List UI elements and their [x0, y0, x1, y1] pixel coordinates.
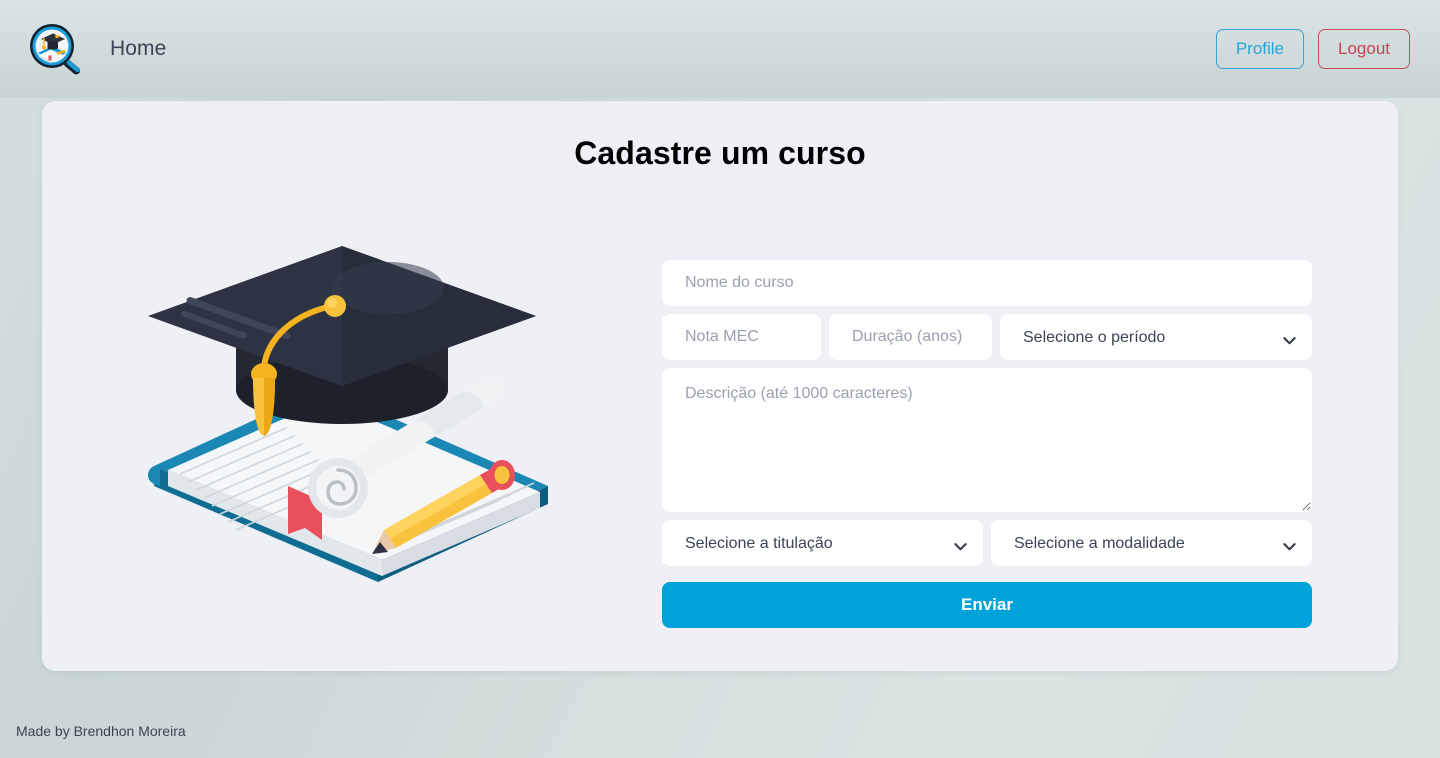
course-registration-card: Cadastre um curso Nome do curso Nota MEC… — [42, 101, 1398, 671]
page-title: Cadastre um curso — [574, 135, 866, 171]
form-column: Selecione o período Selecione a titulaçã… — [662, 178, 1398, 628]
titulacao-select-wrap: Selecione a titulação — [662, 520, 983, 566]
duracao-input[interactable] — [829, 314, 992, 360]
card-body: Selecione o período Selecione a titulaçã… — [42, 172, 1398, 628]
course-name-input[interactable] — [662, 260, 1312, 306]
navbar-actions: Profile Logout — [1215, 28, 1410, 70]
logout-button[interactable]: Logout — [1318, 28, 1410, 70]
form-row-classification: Selecione a titulação Selecione a modali… — [662, 520, 1312, 566]
periodo-select-wrap: Selecione o período — [1000, 314, 1312, 360]
brand-home-link[interactable]: Home — [26, 22, 166, 76]
descricao-textarea[interactable] — [662, 368, 1312, 512]
graduation-cap-book-illustration-icon — [136, 238, 568, 582]
illustration-column — [42, 178, 662, 582]
submit-button[interactable]: Enviar — [662, 582, 1312, 628]
periodo-select[interactable]: Selecione o período — [1000, 314, 1312, 360]
titulacao-select[interactable]: Selecione a titulação — [662, 520, 983, 566]
course-form: Selecione o período Selecione a titulaçã… — [662, 260, 1312, 628]
brand-label: Home — [110, 37, 167, 60]
modalidade-select-wrap: Selecione a modalidade — [991, 520, 1312, 566]
modalidade-select[interactable]: Selecione a modalidade — [991, 520, 1312, 566]
nota-mec-input[interactable] — [662, 314, 821, 360]
form-row-details: Selecione o período — [662, 314, 1312, 360]
footer-credit: Made by Brendhon Moreira — [16, 723, 186, 739]
profile-button[interactable]: Profile — [1215, 28, 1304, 70]
navbar: Home Profile Logout — [0, 0, 1440, 98]
magnifier-graduation-logo-icon — [26, 22, 88, 76]
footer: Made by Brendhon Moreira — [0, 704, 1440, 758]
